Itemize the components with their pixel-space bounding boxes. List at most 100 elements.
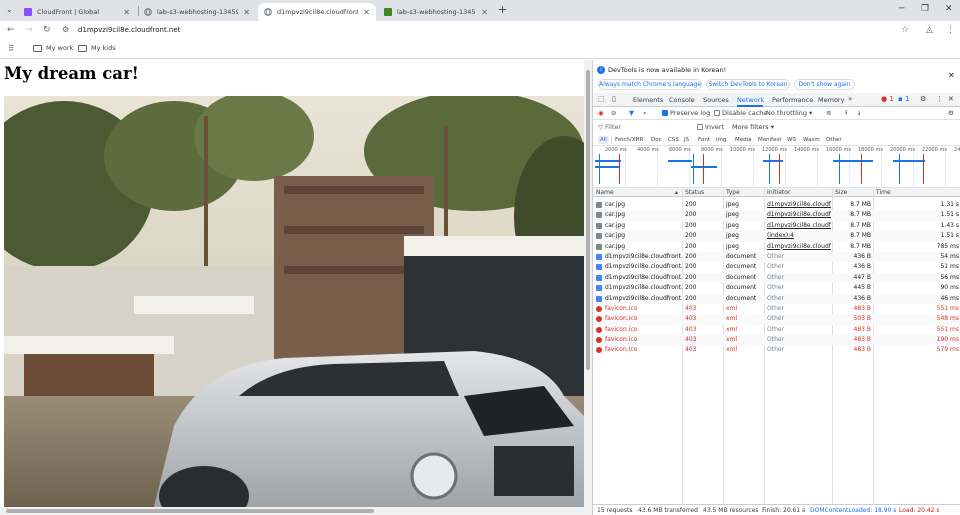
- column-initiator[interactable]: Initiator: [767, 189, 790, 196]
- bookmark-folder-my-work[interactable]: My work: [33, 44, 73, 52]
- bookmark-folder-my-kids[interactable]: My kids: [78, 44, 116, 52]
- column-size[interactable]: Size: [835, 189, 847, 196]
- request-initiator[interactable]: d1mpvzi9cil8e.cloudfro: [767, 221, 831, 231]
- table-row[interactable]: ✕ favicon.ico 403 xml Other 503 B 548 ms: [593, 314, 960, 325]
- tab-console[interactable]: Console: [669, 96, 695, 104]
- type-filter-ws[interactable]: WS: [785, 136, 798, 144]
- tab-performance[interactable]: Performance: [772, 96, 813, 104]
- filter-input[interactable]: ▽ Filter: [598, 123, 621, 131]
- filter-icon[interactable]: ▼: [629, 109, 634, 117]
- table-row[interactable]: car.jpg 200 jpeg d1mpvzi9cil8e.cloudfro 8.7 …: [593, 210, 960, 221]
- column-time[interactable]: Time: [876, 189, 891, 196]
- type-filter-manifest[interactable]: Manifest: [756, 136, 783, 144]
- request-initiator[interactable]: (index):4: [767, 231, 831, 241]
- dont-show-again-button[interactable]: Don't show again: [794, 79, 855, 90]
- error-badge[interactable]: ● 1: [881, 95, 894, 103]
- type-filter-fetch[interactable]: Fetch/XHR: [613, 136, 646, 144]
- scrollbar-thumb[interactable]: [6, 509, 374, 513]
- export-har-icon[interactable]: ⭳: [858, 109, 860, 120]
- tab-cloudfront-site[interactable]: d1mpvzi9cil8e.cloudfront.net ✕: [258, 3, 376, 21]
- close-icon[interactable]: ✕: [481, 8, 488, 17]
- type-filter-js[interactable]: JS: [682, 136, 691, 144]
- type-filter-img[interactable]: Img: [714, 136, 728, 144]
- tab-s3-bucket[interactable]: lab-s3-webhosting-13459 - S3 ✕: [378, 3, 494, 21]
- disable-cache-checkbox[interactable]: Disable cache: [714, 109, 767, 117]
- column-name[interactable]: Name: [596, 189, 614, 196]
- restore-icon[interactable]: ❐: [921, 4, 929, 14]
- column-type[interactable]: Type: [726, 189, 740, 196]
- table-row[interactable]: d1mpvzi9cil8e.cloudfront... 200 document Ot…: [593, 293, 960, 304]
- close-icon[interactable]: ✕: [363, 8, 370, 17]
- forward-icon[interactable]: →: [25, 25, 33, 35]
- tab-memory[interactable]: Memory: [818, 96, 844, 104]
- tab-elements[interactable]: Elements: [633, 96, 663, 104]
- type-filter-doc[interactable]: Doc: [649, 136, 664, 144]
- request-initiator[interactable]: d1mpvzi9cil8e.cloudfro: [767, 242, 831, 252]
- page-vertical-scrollbar[interactable]: [584, 60, 592, 507]
- type-filter-all[interactable]: All: [598, 136, 609, 144]
- more-tabs-icon[interactable]: »: [848, 95, 852, 103]
- type-filter-css[interactable]: CSS: [666, 136, 681, 144]
- menu-icon[interactable]: ⋮: [946, 25, 955, 35]
- window-close-icon[interactable]: ✕: [945, 4, 953, 14]
- switch-to-korean-button[interactable]: Switch DevTools to Korean: [706, 79, 790, 90]
- scrollbar-thumb[interactable]: [586, 70, 590, 370]
- new-tab-icon[interactable]: +: [498, 3, 507, 16]
- table-row[interactable]: car.jpg 200 jpeg (index):4 8.7 MB 1.51 s: [593, 231, 960, 242]
- column-status[interactable]: Status: [685, 189, 704, 196]
- request-initiator[interactable]: d1mpvzi9cil8e.cloudfro: [767, 200, 831, 210]
- bookmark-star-icon[interactable]: ☆: [901, 25, 909, 35]
- throttling-select[interactable]: No throttling ▾: [766, 109, 812, 117]
- table-row[interactable]: ✕ favicon.ico 403 xml Other 483 B 579 ms: [593, 345, 960, 355]
- inspect-element-icon[interactable]: ⬚: [598, 95, 605, 103]
- type-filter-font[interactable]: Font: [696, 136, 712, 144]
- reload-icon[interactable]: ↻: [43, 25, 51, 35]
- close-icon[interactable]: ✕: [948, 71, 955, 80]
- table-row[interactable]: car.jpg 200 jpeg d1mpvzi9cil8e.cloudfro 8.7 …: [593, 242, 960, 252]
- table-row[interactable]: ✕ favicon.ico 403 xml Other 483 B 551 ms: [593, 325, 960, 335]
- message-badge[interactable]: ▪ 1: [898, 95, 909, 103]
- search-icon[interactable]: ⌕: [643, 109, 647, 118]
- preserve-log-checkbox[interactable]: Preserve log: [662, 109, 710, 117]
- type-filter-wasm[interactable]: Wasm: [801, 136, 822, 144]
- apps-icon[interactable]: ⠿: [8, 44, 14, 53]
- close-devtools-icon[interactable]: ✕: [948, 95, 954, 103]
- table-row[interactable]: d1mpvzi9cil8e.cloudfront... 200 document Ot…: [593, 272, 960, 284]
- tab-cloudfront[interactable]: CloudFront | Global ✕: [18, 3, 136, 21]
- request-initiator[interactable]: d1mpvzi9cil8e.cloudfro: [767, 210, 831, 220]
- network-settings-icon[interactable]: ⚙: [948, 109, 954, 117]
- settings-gear-icon[interactable]: ⚙: [920, 95, 926, 103]
- always-match-language-button[interactable]: Always match Chrome's language: [598, 79, 702, 90]
- clear-icon[interactable]: ⊘: [611, 109, 616, 117]
- back-icon[interactable]: ←: [7, 25, 15, 35]
- table-row[interactable]: ✕ favicon.ico 403 xml Other 483 B 190 ms: [593, 335, 960, 346]
- type-filter-media[interactable]: Media: [733, 136, 754, 144]
- more-filters-dropdown[interactable]: More filters ▾: [732, 123, 774, 131]
- table-row[interactable]: car.jpg 200 jpeg d1mpvzi9cil8e.cloudfro 8.7 …: [593, 221, 960, 231]
- table-row[interactable]: d1mpvzi9cil8e.cloudfront... 200 document Ot…: [593, 251, 960, 263]
- timeline-tick: 18000 ms: [858, 147, 883, 153]
- table-row[interactable]: ✕ favicon.ico 403 xml Other 483 B 551 ms: [593, 304, 960, 314]
- table-row[interactable]: d1mpvzi9cil8e.cloudfront... 200 document Ot…: [593, 283, 960, 293]
- page-horizontal-scrollbar[interactable]: [0, 507, 592, 515]
- invert-checkbox[interactable]: Invert: [697, 123, 724, 131]
- tab-sources[interactable]: Sources: [703, 96, 729, 104]
- site-info-icon[interactable]: ⚙: [62, 25, 69, 34]
- network-conditions-icon[interactable]: ≋: [826, 109, 831, 117]
- table-row[interactable]: d1mpvzi9cil8e.cloudfront... 200 document Ot…: [593, 262, 960, 272]
- network-overview-timeline[interactable]: 2000 ms 4000 ms 6000 ms 8000 ms 10000 ms…: [593, 146, 960, 188]
- minimize-icon[interactable]: ─: [899, 4, 904, 14]
- type-filter-other[interactable]: Other: [824, 136, 844, 144]
- close-icon[interactable]: ✕: [243, 8, 250, 17]
- profile-icon[interactable]: ◬: [926, 25, 933, 35]
- import-har-icon[interactable]: ⭱: [845, 109, 847, 120]
- tab-search-icon[interactable]: ⌄: [6, 5, 13, 14]
- record-icon[interactable]: ◉: [598, 109, 604, 117]
- address-bar[interactable]: d1mpvzi9cil8e.cloudfront.net: [78, 26, 180, 34]
- device-toolbar-icon[interactable]: ▯: [612, 95, 616, 103]
- close-icon[interactable]: ✕: [123, 8, 130, 17]
- table-row[interactable]: car.jpg 200 jpeg d1mpvzi9cil8e.cloudfro 8.7 …: [593, 200, 960, 210]
- tab-network[interactable]: Network: [737, 96, 764, 104]
- tab-s3-website[interactable]: lab-s3-webhosting-13459-s3-w ✕: [138, 3, 256, 21]
- devtools-menu-icon[interactable]: ⋮: [936, 95, 943, 103]
